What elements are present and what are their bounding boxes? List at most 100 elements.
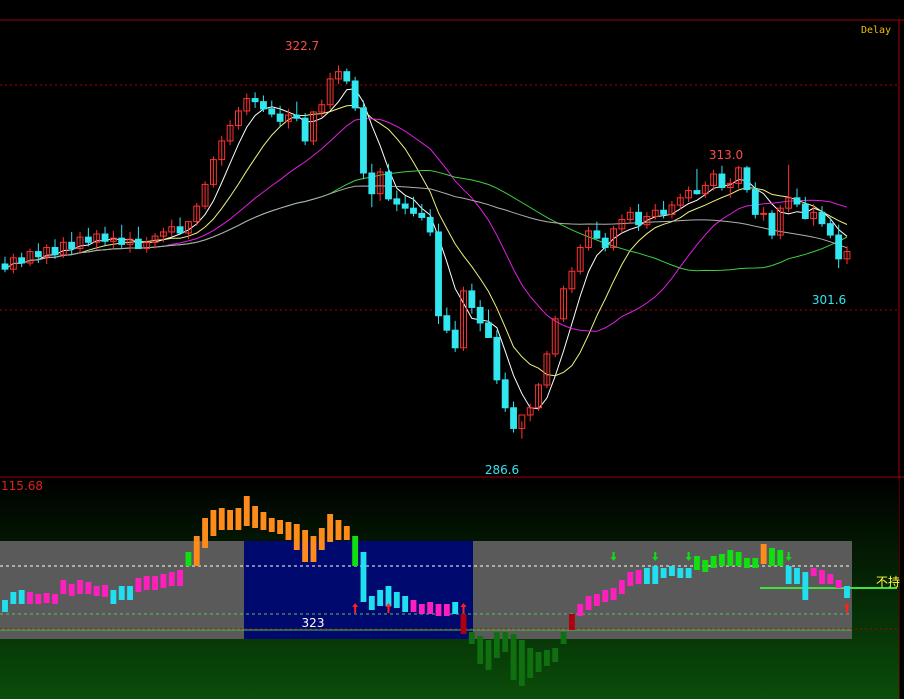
- candle-down: [1, 263, 9, 270]
- candle-down: [68, 241, 76, 250]
- indicator-bar: [627, 572, 634, 586]
- indicator-bar: [810, 568, 817, 576]
- candle-down: [835, 234, 843, 260]
- indicator-bar: [18, 590, 25, 604]
- indicator-bar: [193, 536, 200, 566]
- indicator-side-label: 不持: [876, 574, 900, 589]
- candle-down: [501, 379, 509, 409]
- indicator-bar: [260, 512, 267, 530]
- indicator-bar: [819, 570, 825, 584]
- candle-down: [293, 114, 301, 119]
- indicator-bar: [410, 600, 417, 612]
- indicator-bar: [10, 592, 17, 604]
- indicator-bar: [435, 604, 442, 616]
- indicator-bar: [177, 570, 183, 586]
- indicator-bar: [702, 560, 709, 572]
- trading-chart[interactable]: Delay 322.7 286.6 313.0 301.6 115.68 323…: [0, 0, 904, 699]
- indicator-bar: [502, 632, 509, 652]
- indicator-bar: [235, 508, 242, 530]
- candle-down: [176, 226, 184, 234]
- indicator-bar: [685, 568, 692, 578]
- indicator-bar: [835, 580, 842, 588]
- indicator-bar: [710, 556, 717, 568]
- candle-down: [593, 230, 601, 239]
- indicator-bar: [343, 526, 350, 540]
- candle-down: [276, 113, 284, 122]
- candle-down: [751, 189, 759, 215]
- indicator-bar: [152, 576, 158, 590]
- indicator-bar: [719, 554, 725, 566]
- indicator-bar: [393, 592, 400, 608]
- indicator-bar: [93, 586, 100, 596]
- candle-down: [660, 209, 668, 215]
- candle-down: [301, 117, 309, 142]
- indicator-bar: [210, 510, 217, 536]
- indicator-bar: [443, 604, 450, 616]
- candle-down: [443, 315, 451, 331]
- indicator-bar: [518, 640, 525, 686]
- indicator-bar: [368, 596, 375, 610]
- indicator-bar: [118, 586, 125, 600]
- indicator-bar: [593, 594, 600, 606]
- candle-down: [410, 207, 417, 214]
- candle-down: [18, 257, 26, 264]
- indicator-bar: [43, 593, 50, 603]
- indicator-bar: [785, 566, 792, 584]
- indicator-bar: [735, 552, 742, 566]
- high-price-label: 322.7: [285, 39, 319, 53]
- indicator-bar: [277, 520, 284, 534]
- indicator-bar: [468, 632, 475, 644]
- indicator-bar: [102, 585, 108, 597]
- candle-down: [768, 212, 776, 236]
- indicator-bar: [802, 572, 809, 600]
- candle-down: [251, 98, 259, 103]
- candle-down: [351, 80, 359, 109]
- indicator-bar: [452, 602, 459, 614]
- indicator-bar: [202, 518, 208, 548]
- candle-down: [476, 306, 484, 324]
- indicator-band-navy: [244, 541, 473, 639]
- candle-down: [343, 71, 351, 82]
- low-price-label: 286.6: [485, 463, 519, 477]
- candle-down: [743, 167, 751, 191]
- indicator-bar: [677, 568, 684, 578]
- indicator-bar: [243, 496, 250, 526]
- indicator-bar: [827, 574, 834, 584]
- indicator-bar: [268, 518, 275, 532]
- indicator-bar: [844, 586, 850, 598]
- indicator-bar: [794, 568, 800, 584]
- indicator-bar: [335, 520, 342, 540]
- indicator-bar: [727, 550, 734, 566]
- indicator-bar: [352, 536, 359, 566]
- indicator-bar: [318, 528, 325, 550]
- indicator-bar: [602, 590, 609, 602]
- indicator-bar: [777, 550, 784, 566]
- candle-down: [493, 336, 501, 381]
- indicator-bar: [77, 580, 83, 594]
- indicator-bar: [377, 590, 384, 606]
- indicator-panel: [0, 478, 899, 699]
- candle-down: [418, 212, 426, 218]
- indicator-bar: [35, 594, 42, 604]
- candle-down: [34, 251, 42, 258]
- indicator-bar: [485, 640, 492, 670]
- indicator-bar: [560, 632, 567, 644]
- indicator-bar: [610, 588, 617, 600]
- indicator-bar: [60, 580, 67, 594]
- candle-down: [426, 216, 434, 233]
- indicator-bar: [168, 572, 175, 586]
- local-high-label: 313.0: [709, 148, 743, 162]
- candle-down: [793, 197, 801, 205]
- indicator-bar: [660, 568, 667, 578]
- indicator-bar: [477, 636, 484, 664]
- indicator-band-value: 323: [302, 616, 325, 630]
- indicator-bar: [360, 552, 367, 602]
- indicator-bar: [635, 570, 642, 584]
- indicator-bar: [585, 596, 592, 610]
- indicator-bar: [160, 574, 167, 588]
- indicator-bar: [644, 568, 650, 584]
- candle-down: [393, 198, 401, 205]
- candle-down: [485, 322, 492, 338]
- indicator-bar: [110, 590, 117, 604]
- indicator-bar: [252, 506, 259, 528]
